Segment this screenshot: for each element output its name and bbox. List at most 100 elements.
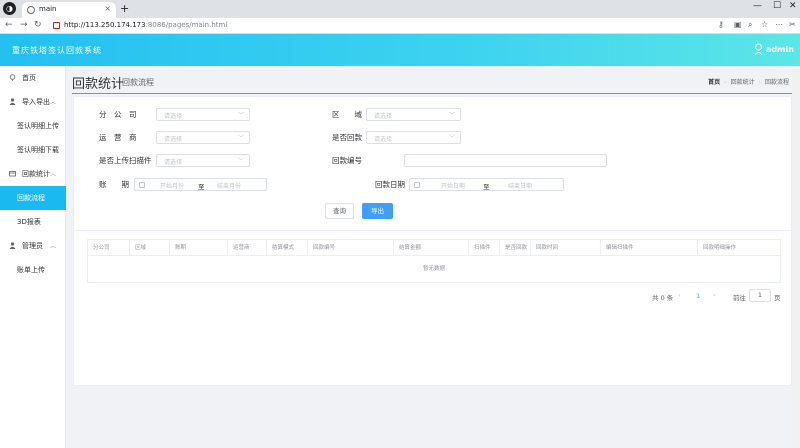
end-month-placeholder: 结束月份 <box>217 183 242 190</box>
next-page-icon[interactable]: › <box>713 291 716 304</box>
browser-logo-icon: ◑ <box>3 2 16 15</box>
col-settle-amount: 结算金额 <box>394 240 469 256</box>
start-month-placeholder: 开始月份 <box>160 183 185 190</box>
col-operator: 运营商 <box>228 240 267 256</box>
col-pay-time: 回款时间 <box>531 240 601 256</box>
region-select[interactable]: 请选择 ﹀ <box>366 108 461 121</box>
translate-icon[interactable]: ▣ <box>734 20 742 29</box>
pay-date-label: 回款日期 <box>375 180 405 189</box>
app-header: 重庆铁塔签认回款系统 admin <box>0 34 800 66</box>
page-number[interactable]: 1 <box>696 292 700 305</box>
page-scrollbar[interactable] <box>793 66 800 448</box>
url-text: http://113.250.174.173:8086/pages/main.h… <box>64 21 228 29</box>
address-bar: ← → ↻ http://113.250.174.173:8086/pages/… <box>0 18 800 34</box>
col-is-paid: 是否回款 <box>500 240 531 256</box>
calendar-icon <box>139 182 145 188</box>
reload-icon[interactable]: ↻ <box>34 20 42 30</box>
page-subtitle: 回款流程 <box>122 78 154 87</box>
sidebar-item-payment-flow[interactable]: 回款流程 <box>0 186 66 210</box>
app-title: 重庆铁塔签认回款系统 <box>12 46 102 55</box>
chevron-down-icon: ﹀ <box>237 135 244 142</box>
user-name[interactable]: admin <box>766 45 794 54</box>
sidebar-item-download[interactable]: 签认明细下载 <box>0 138 66 162</box>
extensions-icon[interactable]: ✂ <box>789 20 796 29</box>
col-edit-scan: 编辑扫描件 <box>601 240 698 256</box>
pay-date-range-picker[interactable]: 开始日期 至 结束日期 <box>409 178 564 191</box>
scan-label: 是否上传扫描件 <box>99 156 152 165</box>
user-icon[interactable] <box>754 43 763 56</box>
period-label: 账 期 <box>99 180 129 189</box>
sidebar-item-payment-stats[interactable]: 回款统计 ︿ <box>0 162 66 186</box>
operator-label: 运 营 商 <box>99 133 137 142</box>
col-region: 区域 <box>130 240 170 256</box>
key-icon[interactable]: ⚷ <box>718 20 724 29</box>
is-paid-select[interactable]: 请选择 ﹀ <box>366 131 461 144</box>
col-pay-detail: 回款明细操作 <box>698 240 780 256</box>
browser-tab[interactable]: main × <box>22 2 116 18</box>
scan-select[interactable]: 请选择 ﹀ <box>156 154 250 167</box>
sidebar-item-import-export[interactable]: 导入导出 ︿ <box>0 90 66 114</box>
start-date-placeholder: 开始日期 <box>441 183 466 190</box>
operator-select[interactable]: 请选择 ﹀ <box>156 131 250 144</box>
tab-title: main <box>39 5 57 13</box>
sidebar-item-upload[interactable]: 签认明细上传 <box>0 114 66 138</box>
range-separator: 至 <box>198 183 205 191</box>
breadcrumb: 首页 › 回款统计 › 回款流程 <box>708 79 789 86</box>
query-button[interactable]: 查询 <box>325 203 354 219</box>
more-menu-icon[interactable]: ⋯ <box>775 20 783 29</box>
sidebar-item-3d-report[interactable]: 3D报表 <box>0 210 66 234</box>
goto-page-input[interactable]: 1 <box>749 289 771 302</box>
sidebar-item-home[interactable]: 首页 <box>0 66 66 90</box>
search-card: 分 公 司 请选择 ﹀ 区 域 请选择 ﹀ 运 营 商 请选择 ﹀ 是否回款 请… <box>73 96 792 386</box>
sidebar-item-bill-upload[interactable]: 账单上传 <box>0 258 66 282</box>
pagination-total: 共 0 条 <box>652 294 674 302</box>
person-icon <box>9 98 16 105</box>
range-separator: 至 <box>483 183 490 191</box>
window-close-icon[interactable]: ✕ <box>789 1 797 11</box>
branch-select[interactable]: 请选择 ﹀ <box>156 108 250 121</box>
chevron-down-icon: ﹀ <box>448 135 455 142</box>
not-secure-icon <box>53 22 60 29</box>
page-unit-label: 页 <box>774 294 781 302</box>
section-divider <box>74 230 791 231</box>
chevron-down-icon: ﹀ <box>448 112 455 119</box>
prev-page-icon[interactable]: ‹ <box>678 291 681 304</box>
calendar-icon <box>414 182 420 188</box>
col-period: 账期 <box>170 240 228 256</box>
new-tab-icon[interactable]: + <box>120 2 129 15</box>
col-pay-no: 回款编号 <box>308 240 394 256</box>
bookmark-star-icon[interactable]: ☆ <box>761 20 768 29</box>
end-date-placeholder: 结束日期 <box>508 183 533 190</box>
page-title: 回款统计 <box>72 77 125 92</box>
breadcrumb-home[interactable]: 首页 <box>708 79 720 86</box>
browser-tab-bar: ◑ main × + — ☐ ✕ <box>0 0 800 18</box>
breadcrumb-stats[interactable]: 回款统计 <box>731 79 755 86</box>
minimize-icon[interactable]: — <box>753 1 762 11</box>
col-branch: 分公司 <box>88 240 130 256</box>
location-pin-icon <box>9 74 16 81</box>
col-scan: 扫描件 <box>469 240 500 256</box>
chevron-down-icon: ﹀ <box>237 112 244 119</box>
col-settle-mode: 结算模式 <box>267 240 308 256</box>
sidebar-item-admin[interactable]: 管理员 ︿ <box>0 234 66 258</box>
empty-table-text: 暂无数据 <box>422 266 445 272</box>
chevron-up-icon: ︿ <box>50 171 57 178</box>
zoom-icon[interactable]: ⌕ <box>748 20 752 30</box>
chevron-down-icon: ﹀ <box>237 158 244 165</box>
results-table: 分公司 区域 账期 运营商 结算模式 回款编号 结算金额 扫描件 是否回款 回款… <box>87 239 781 283</box>
forward-icon[interactable]: → <box>20 20 28 30</box>
is-paid-label: 是否回款 <box>332 133 362 142</box>
pay-no-input[interactable] <box>404 154 607 167</box>
branch-label: 分 公 司 <box>99 110 137 119</box>
close-tab-icon[interactable]: × <box>104 4 111 13</box>
sidebar: 首页 导入导出 ︿ 签认明细上传 签认明细下载 回款统计 ︿ 回款流程 3D报表… <box>0 66 66 448</box>
person-icon <box>9 242 16 249</box>
export-button[interactable]: 导出 <box>362 203 393 219</box>
maximize-icon[interactable]: ☐ <box>773 1 781 11</box>
pay-no-label: 回款编号 <box>332 156 362 165</box>
wallet-icon <box>9 171 16 177</box>
period-range-picker[interactable]: 开始月份 至 结束月份 <box>134 178 267 191</box>
back-icon[interactable]: ← <box>5 20 13 30</box>
chevron-up-icon: ︿ <box>50 99 57 106</box>
url-input[interactable]: http://113.250.174.173:8086/pages/main.h… <box>49 20 704 32</box>
